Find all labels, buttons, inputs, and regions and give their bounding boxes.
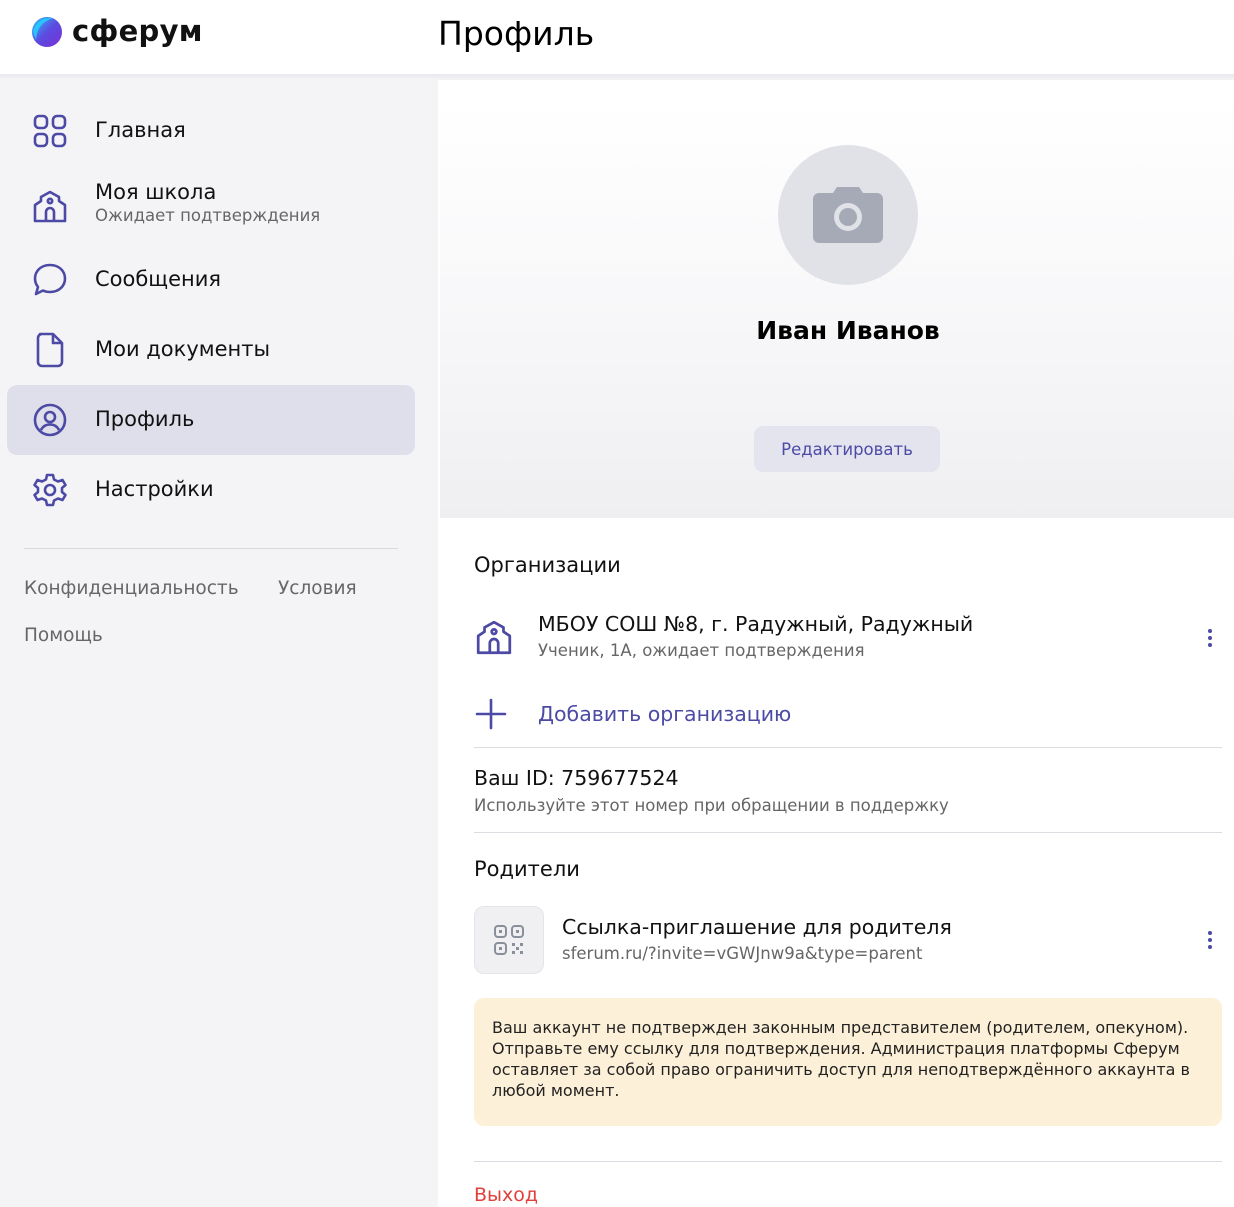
divider xyxy=(474,1161,1222,1162)
sidebar-item-label: Настройки xyxy=(95,477,214,501)
sidebar-item-label: Мои документы xyxy=(95,337,271,361)
parents-title: Родители xyxy=(474,857,580,881)
sidebar-item-label: Сообщения xyxy=(95,267,222,291)
profile-card: Иван Иванов Редактировать Организации МБ… xyxy=(440,98,1234,1207)
user-circle-icon xyxy=(31,401,69,439)
qr-code-button[interactable] xyxy=(474,906,544,974)
sidebar-divider xyxy=(24,548,398,549)
divider xyxy=(474,747,1222,748)
school-icon xyxy=(31,188,69,226)
unverified-warning: Ваш аккаунт не подтвержден законным пред… xyxy=(474,998,1222,1126)
divider xyxy=(474,832,1222,833)
sidebar-item-label: Моя школа xyxy=(95,180,217,204)
dot xyxy=(1208,629,1212,633)
organization-name[interactable]: МБОУ СОШ №8, г. Радужный, Радужный xyxy=(538,612,973,636)
sidebar-item-settings[interactable]: Настройки xyxy=(7,455,415,525)
gear-icon xyxy=(31,471,69,509)
sidebar-item-documents[interactable]: Мои документы xyxy=(7,315,415,385)
sferum-logo-icon xyxy=(32,17,62,47)
invite-link-url[interactable]: sferum.ru/?invite=vGWJnw9a&type=parent xyxy=(562,944,922,963)
sidebar: Главная Моя школа Ожидает подтверждения … xyxy=(0,78,438,1207)
invite-more-button[interactable] xyxy=(1200,925,1220,955)
organizations-title: Организации xyxy=(474,553,621,577)
school-icon xyxy=(476,620,512,655)
terms-link[interactable]: Условия xyxy=(278,578,357,599)
page-title: Профиль xyxy=(438,14,595,53)
sferum-logo[interactable]: сферум xyxy=(30,14,203,48)
add-organization-button[interactable]: Добавить организацию xyxy=(474,696,814,732)
avatar[interactable] xyxy=(778,145,918,285)
sidebar-item-label: Главная xyxy=(95,118,186,142)
add-organization-label: Добавить организацию xyxy=(538,702,792,726)
user-name: Иван Иванов xyxy=(756,316,940,345)
document-icon xyxy=(31,331,69,369)
organization-status: Ученик, 1А, ожидает подтверждения xyxy=(538,641,865,660)
edit-profile-button[interactable]: Редактировать xyxy=(754,426,940,472)
apps-grid-icon xyxy=(31,112,69,150)
sidebar-item-messages[interactable]: Сообщения xyxy=(7,245,415,315)
profile-header: Иван Иванов Редактировать xyxy=(440,98,1234,518)
plus-icon xyxy=(475,698,507,730)
dot xyxy=(1208,938,1212,942)
message-bubble-icon xyxy=(31,261,69,299)
dot xyxy=(1208,931,1212,935)
camera-icon xyxy=(813,187,883,243)
organization-more-button[interactable] xyxy=(1200,623,1220,653)
dot xyxy=(1208,636,1212,640)
logout-button[interactable]: Выход xyxy=(474,1184,538,1206)
sidebar-item-my-school[interactable]: Моя школа Ожидает подтверждения xyxy=(7,167,415,237)
dot xyxy=(1208,643,1212,647)
user-id-hint: Используйте этот номер при обращении в п… xyxy=(474,796,949,815)
sidebar-item-sublabel: Ожидает подтверждения xyxy=(95,206,321,225)
invite-link-title: Ссылка-приглашение для родителя xyxy=(562,915,952,939)
logo-text: сферум xyxy=(72,14,203,48)
top-bar: сферум Профиль xyxy=(0,0,1234,74)
help-link[interactable]: Помощь xyxy=(24,625,103,646)
qr-code-icon xyxy=(494,925,524,955)
user-id: Ваш ID: 759677524 xyxy=(474,766,679,790)
privacy-link[interactable]: Конфиденциальность xyxy=(24,578,239,599)
dot xyxy=(1208,945,1212,949)
sidebar-item-home[interactable]: Главная xyxy=(7,96,415,166)
sidebar-item-profile[interactable]: Профиль xyxy=(7,385,415,455)
sidebar-item-label: Профиль xyxy=(95,407,195,431)
